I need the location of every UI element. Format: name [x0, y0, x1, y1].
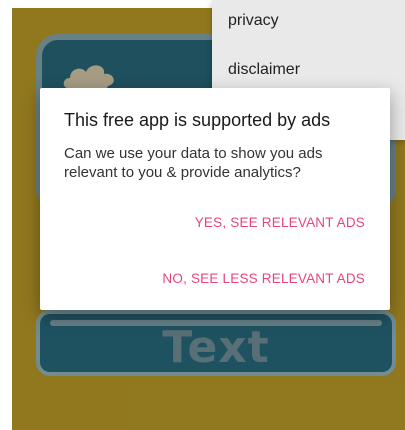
dialog-title: This free app is supported by ads — [64, 110, 331, 130]
dialog-body: Can we use your data to show you ads rel… — [64, 145, 323, 181]
menu-item-privacy[interactable]: privacy — [228, 12, 279, 30]
decline-relevant-ads-button[interactable]: NO, SEE LESS RELEVANT ADS — [162, 271, 365, 286]
accept-relevant-ads-button[interactable]: YES, SEE RELEVANT ADS — [195, 215, 365, 230]
consent-dialog: This free app is supported by ads Can we… — [40, 88, 390, 310]
menu-item-disclaimer[interactable]: disclaimer — [228, 61, 300, 79]
